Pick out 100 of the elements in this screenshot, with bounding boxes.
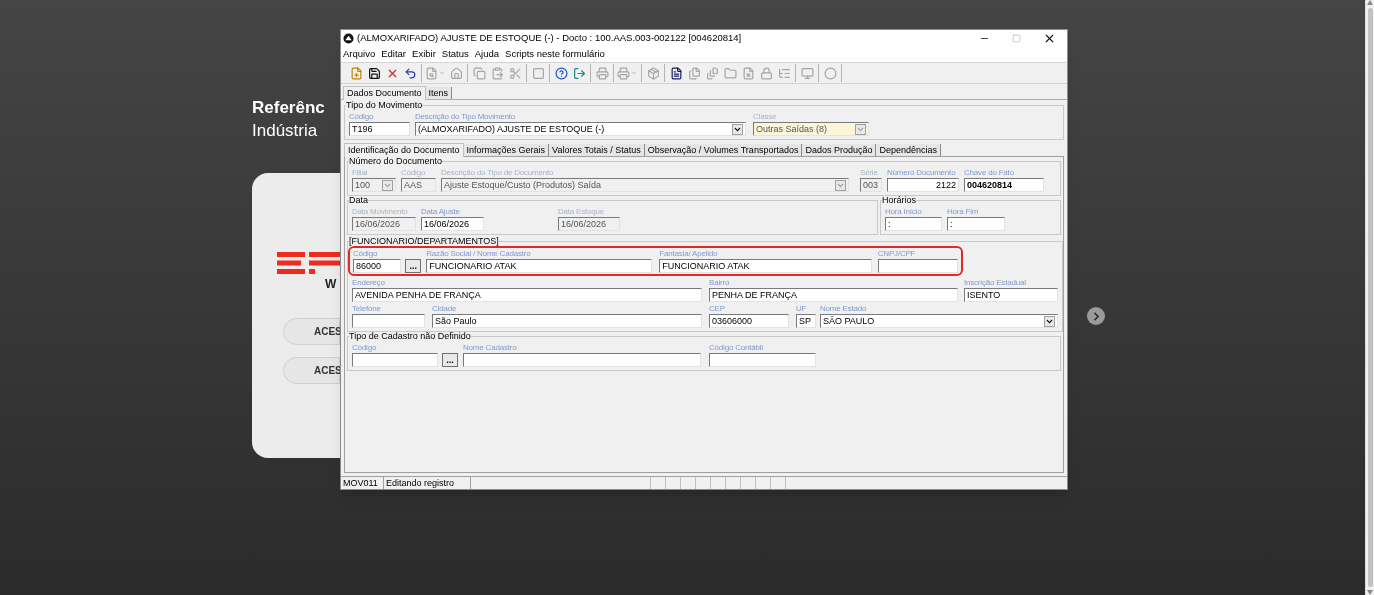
input-field[interactable]: 2122 [887,178,959,192]
input-field[interactable]: 86000 [353,259,402,273]
print-icon [595,66,609,80]
tab[interactable]: Observação / Volumes Transportados [644,144,803,156]
field-label: Número Documento [887,167,956,178]
tab[interactable]: Identificação do Documento [344,143,464,157]
field-label: Série [860,167,878,178]
field-label: Código [353,248,378,259]
field-label: Nome Estado [820,303,867,314]
menu-item[interactable]: Exibir [412,47,436,62]
undo-icon [403,66,417,80]
new-file-icon [349,66,363,80]
field-label: Código Contábil [709,342,763,353]
lock-icon [759,66,773,80]
printer-setup-icon [617,66,630,80]
input-field[interactable] [709,353,816,367]
input-field[interactable] [352,314,425,328]
circle-icon [823,66,837,80]
scroll-down-icon[interactable] [1367,590,1373,595]
dropdown-field[interactable]: SÃO PAULO [820,314,1058,328]
field-label: Razão Social / Nome Cadastro [426,248,531,259]
field-label: Bairro [709,277,730,288]
menu-item[interactable]: Scripts neste formulário [505,47,605,62]
field-label: Hora Início [885,206,922,217]
field-label: Filial [352,167,368,178]
box-icon [646,66,660,80]
access-button[interactable]: ACES [283,318,340,345]
input-field[interactable]: FUNCIONARIO ATAK [659,259,872,273]
help-icon [554,66,568,80]
input-field[interactable]: AVENIDA PENHA DE FRANÇA [352,288,702,302]
menu-item[interactable]: Status [441,47,469,62]
field-label: Descrição do Tipo Movimento [415,111,515,122]
tab[interactable]: Dados Documento [343,86,426,100]
exit-icon [572,66,586,80]
status-text: Editando registro [384,477,471,489]
menu-item[interactable]: Editar [381,47,407,62]
input-field[interactable]: ISENTO [964,288,1058,302]
menu-item[interactable]: Arquivo [343,47,376,62]
group-title: Data [349,196,368,205]
next-slide-icon[interactable] [1087,307,1105,325]
input-field[interactable] [463,353,701,367]
house-icon [449,66,463,80]
input-field[interactable]: : [885,217,942,231]
hero-subheading: Indústria [252,120,319,142]
preview-icon [425,66,438,80]
list-icon [777,66,791,80]
input-field[interactable]: PENHA DE FRANÇA [709,288,958,302]
save-icon [367,66,381,80]
paste-icon [490,66,504,80]
field-label: Fantasia/ Apelido [659,248,718,259]
field-label: Inscrição Estadual [964,277,1026,288]
help-tool-button[interactable] [553,64,569,82]
scrollbar[interactable] [1365,0,1374,595]
input-field[interactable]: FUNCIONARIO ATAK [426,259,653,273]
caret-icon [438,69,446,77]
stop-icon [531,66,545,80]
field-label: Data Ajuste [421,206,460,217]
tab[interactable]: Dependências [876,144,941,156]
field-label: Telefone [352,303,381,314]
input-field[interactable]: SP [796,314,816,328]
input-field[interactable] [877,259,958,273]
status-text: MOV011 [341,477,384,489]
monitor-icon [800,66,814,80]
group-title: Tipo do Movimento [346,101,423,110]
field-label: Nome Cadastro [463,342,517,353]
input-field[interactable]: 004620814 [964,178,1044,192]
cut-icon [508,66,522,80]
field-label: CNPJ/CPF [877,248,916,259]
hero-heading: Referênc [252,97,325,119]
tab[interactable]: Itens [425,87,453,99]
folder-icon [723,66,737,80]
input-field[interactable] [352,353,438,367]
input-field[interactable]: : [947,217,1005,231]
input-field[interactable]: 03606000 [709,314,789,328]
group-title: [FUNCIONARIO/DEPARTAMENTOS] [349,237,499,246]
input-field[interactable]: T196 [349,122,410,136]
field-label: Chave do Fato [964,167,1014,178]
field-label: Código [352,342,377,353]
window-title: (ALMOXARIFADO) AJUSTE DE ESTOQUE (-) - Docto : 100.AAS.003-002122 [004620814] [357,31,742,46]
field-label: Endereço [352,277,385,288]
group-title: Horários [882,196,916,205]
tab[interactable]: Valores Totais / Status [549,144,645,156]
field-label: Data Movimento [352,206,408,217]
copy-icon [472,66,486,80]
access-button[interactable]: ACES [283,357,340,384]
menu-item[interactable]: Ajuda [474,47,500,62]
input-field[interactable]: 16/06/2026 [421,217,484,231]
tab[interactable]: Dados Produção [802,144,877,156]
lookup-button[interactable]: ... [405,259,422,273]
logo-subtext: W [325,278,337,290]
lookup-button[interactable]: ... [442,353,458,367]
field-label: UF [796,303,807,314]
scroll-up-icon[interactable] [1367,0,1373,5]
tab[interactable]: Informações Gerais [463,144,550,156]
field-label: CEP [709,303,725,314]
field-label: Classe [753,111,777,122]
input-field[interactable]: São Paulo [432,314,702,328]
documents-icon [687,66,701,80]
caret-icon [630,69,638,77]
dropdown-field[interactable]: (ALMOXARIFADO) AJUSTE DE ESTOQUE (-) [415,122,746,136]
